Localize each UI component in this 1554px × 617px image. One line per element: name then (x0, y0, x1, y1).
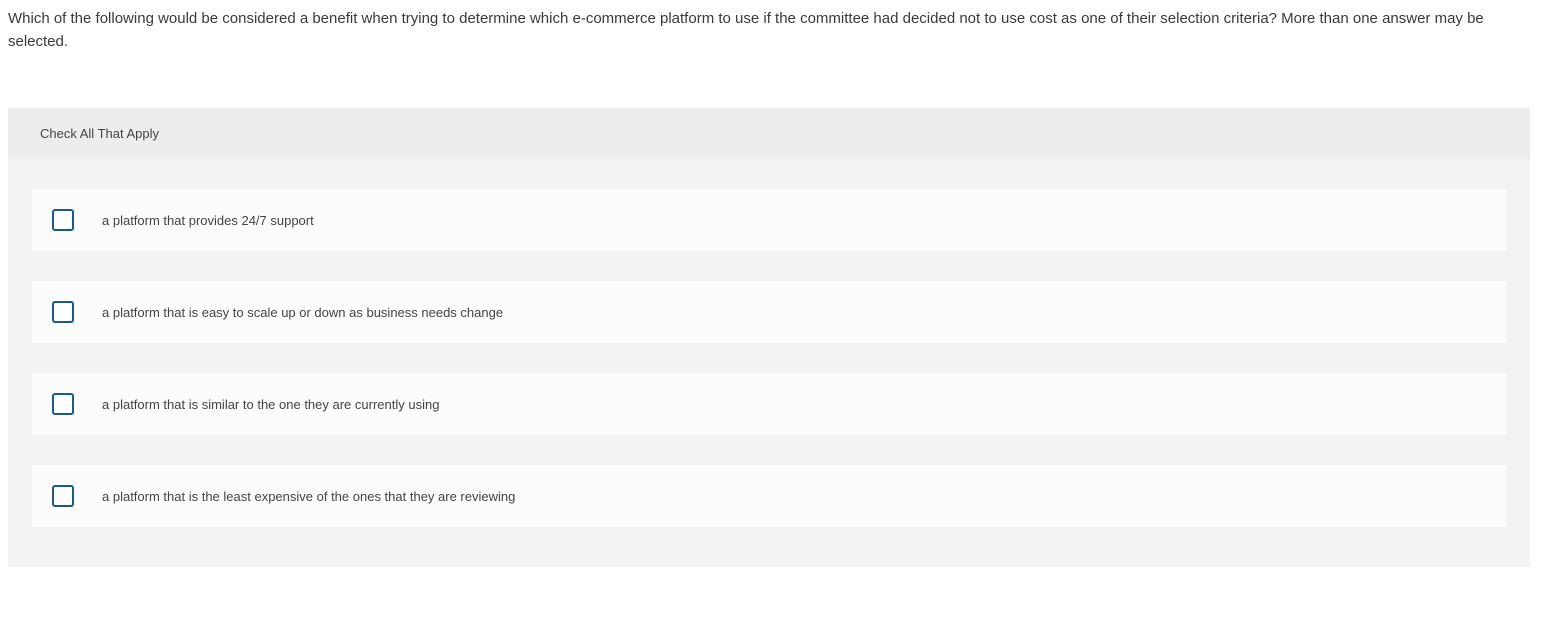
checkbox-option-2[interactable] (52, 301, 74, 323)
options-area: a platform that provides 24/7 support a … (8, 159, 1530, 527)
option-label: a platform that is similar to the one th… (102, 397, 439, 412)
option-row: a platform that is the least expensive o… (32, 465, 1506, 527)
option-label: a platform that is easy to scale up or d… (102, 305, 503, 320)
option-row: a platform that provides 24/7 support (32, 189, 1506, 251)
option-label: a platform that is the least expensive o… (102, 489, 515, 504)
option-label: a platform that provides 24/7 support (102, 213, 314, 228)
option-row: a platform that is easy to scale up or d… (32, 281, 1506, 343)
answer-container: Check All That Apply a platform that pro… (8, 108, 1530, 567)
question-text: Which of the following would be consider… (0, 0, 1554, 53)
option-row: a platform that is similar to the one th… (32, 373, 1506, 435)
checkbox-option-4[interactable] (52, 485, 74, 507)
checkbox-option-3[interactable] (52, 393, 74, 415)
instruction-bar: Check All That Apply (8, 108, 1530, 159)
checkbox-option-1[interactable] (52, 209, 74, 231)
